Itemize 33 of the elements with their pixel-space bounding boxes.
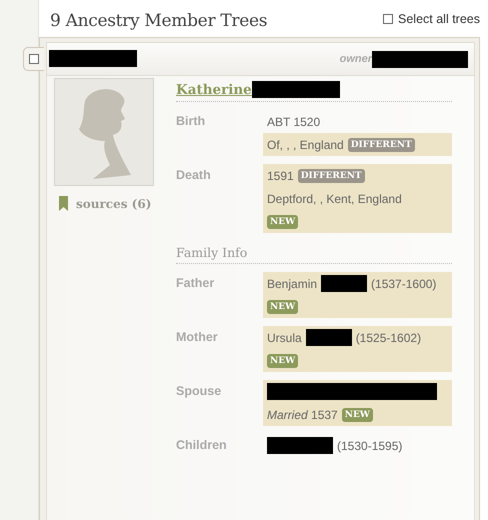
fact-label: Father bbox=[176, 275, 216, 292]
fact-text: owner bbox=[340, 53, 372, 65]
fact-text: Deptford, , Kent, England bbox=[267, 192, 402, 206]
fact-text: Ursula bbox=[267, 330, 302, 344]
fact-text: (1530-1595) bbox=[337, 438, 402, 452]
fact-label: Birth bbox=[176, 113, 206, 130]
status-badge: DIFFERENT bbox=[348, 138, 415, 152]
fact-label: Death bbox=[176, 167, 212, 184]
status-badge: DIFFERENT bbox=[298, 168, 365, 182]
status-badge: NEW bbox=[267, 300, 298, 314]
page-heading: 9 Ancestry Member Trees bbox=[50, 11, 268, 31]
fact-label: Spouse bbox=[176, 383, 222, 400]
bookmark-icon bbox=[59, 196, 68, 211]
fact-text: (1525-1602) bbox=[356, 330, 422, 344]
status-badge: NEW bbox=[342, 408, 373, 422]
person-name-link[interactable]: Katherine bbox=[176, 82, 252, 98]
section-heading: Family Info bbox=[176, 233, 452, 264]
sources-link[interactable]: sources (6) bbox=[59, 196, 152, 211]
fact-text: Of, , , England bbox=[267, 138, 344, 152]
fact-text: Benjamin bbox=[267, 276, 318, 290]
fact-text: 1591 bbox=[267, 168, 294, 182]
status-badge: NEW bbox=[267, 354, 298, 368]
select-all-checkbox[interactable]: Select all trees bbox=[383, 12, 480, 26]
redaction-bar bbox=[306, 329, 352, 346]
fact-text: ABT 1520 bbox=[267, 114, 320, 128]
fact-label: Children bbox=[176, 437, 228, 454]
fact-text: (1537-1600) bbox=[371, 276, 436, 290]
tree-checkbox[interactable] bbox=[23, 47, 44, 71]
fact-text: Married 1537 bbox=[267, 408, 338, 422]
redaction-bar bbox=[267, 437, 333, 454]
redaction-bar bbox=[321, 275, 368, 292]
status-badge: NEW bbox=[267, 214, 298, 228]
fact-label: Mother bbox=[176, 329, 219, 346]
